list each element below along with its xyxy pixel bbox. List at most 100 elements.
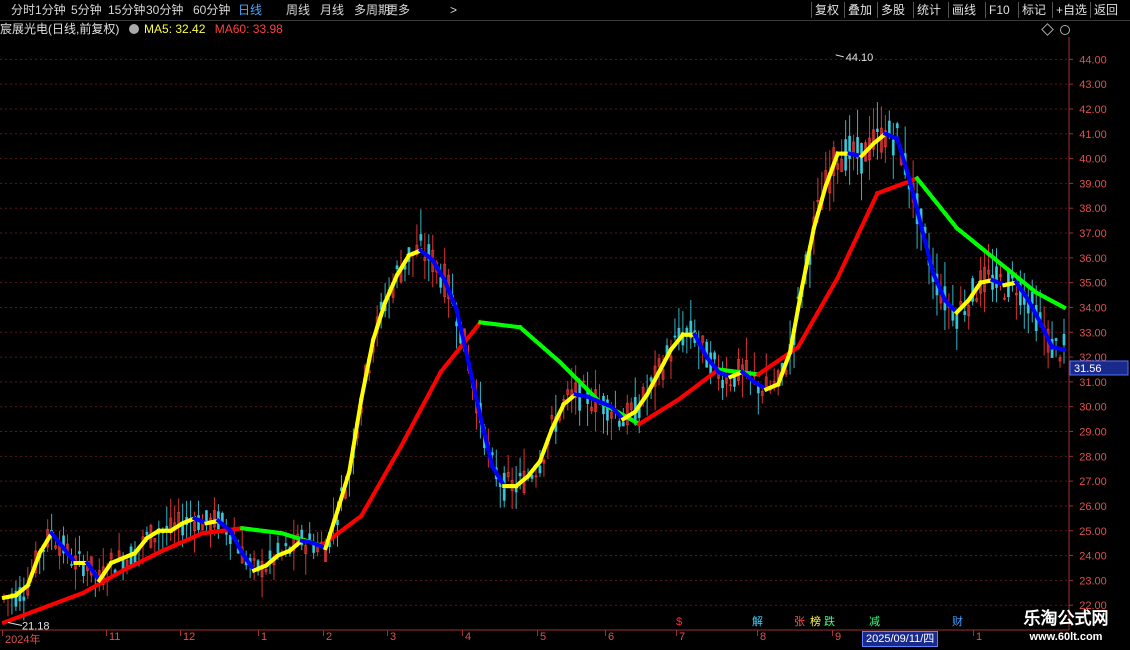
more-chevron-icon[interactable]: >	[450, 0, 457, 20]
candle-body	[228, 534, 232, 545]
candle-body	[876, 128, 879, 133]
watermark-title: 乐淘公式网	[1023, 609, 1109, 628]
candle-body	[1054, 338, 1058, 341]
high-price-label: 44.10	[846, 52, 874, 64]
toolbar-button-7[interactable]: +自选	[1056, 0, 1087, 20]
price-tick-label: 43.00	[1079, 79, 1107, 91]
dot-icon[interactable]	[1060, 25, 1070, 35]
toolbar-separator	[985, 2, 986, 18]
ma5-line-segment	[355, 396, 364, 426]
event-marker-0[interactable]: $	[676, 616, 682, 628]
price-axis: 44.00 43.00 42.00 41.00 40.00 39.00 38.00 37.00…	[0, 37, 1107, 631]
date-box: 2025/09/11/四	[862, 631, 939, 647]
ma5-label: MA5: 32.42	[144, 22, 206, 36]
month-tick	[832, 630, 833, 636]
period-tab-3[interactable]: 15分钟	[108, 0, 145, 20]
month-label: 6	[608, 631, 615, 643]
toolbar-button-8[interactable]: 返回	[1094, 0, 1118, 20]
toolbar-button-1[interactable]: 叠加	[848, 0, 872, 20]
ma5-line-segment	[807, 225, 817, 251]
ma-lines	[1, 130, 1067, 626]
candle-body	[891, 139, 895, 156]
toolbar-separator	[1052, 2, 1053, 18]
ma5-line-segment	[347, 444, 356, 474]
toolbar-separator	[1018, 2, 1019, 18]
toolbar-separator	[913, 2, 914, 18]
price-tick-label: 40.00	[1079, 154, 1107, 166]
toolbar-button-5[interactable]: F10	[989, 0, 1010, 20]
stock-name: 宸展光电	[0, 22, 49, 36]
event-marker-3[interactable]: 榜	[810, 616, 821, 628]
ma5-line-segment	[485, 447, 495, 469]
price-tick-label: 42.00	[1079, 104, 1107, 116]
ma60-line-segment	[1057, 302, 1067, 311]
ma5-line-segment	[799, 265, 809, 290]
toolbar-button-2[interactable]: 多股	[881, 0, 905, 20]
month-label: 9	[835, 631, 842, 643]
watermark-url: www.60lt.com	[1029, 631, 1103, 643]
price-tick-label: 26.00	[1079, 501, 1107, 513]
candle-body	[673, 335, 677, 338]
period-tab-0[interactable]: 分时	[11, 0, 35, 20]
indicator-settings-icon[interactable]	[128, 24, 139, 34]
candle-body	[268, 550, 272, 560]
toolbar-button-6[interactable]: 标记	[1022, 0, 1046, 20]
price-tick-label: 24.00	[1079, 551, 1107, 563]
period-tab-5[interactable]: 60分钟	[193, 0, 230, 20]
candle-body	[220, 512, 224, 523]
price-tick-label: 39.00	[1079, 178, 1107, 190]
ma5-line-segment	[466, 359, 475, 383]
current-price-label: 31.56	[1074, 363, 1102, 375]
ma5-line-segment	[795, 285, 805, 312]
toolbar-button-3[interactable]: 统计	[917, 0, 941, 20]
price-tick-label: 28.00	[1079, 451, 1107, 463]
ma5-line-segment	[338, 481, 348, 501]
candle-body	[22, 596, 26, 601]
candle-body	[649, 377, 653, 382]
event-marker-1[interactable]: 解	[752, 616, 763, 628]
price-tick-label: 38.00	[1079, 203, 1107, 215]
period-tab-10[interactable]: 更多	[386, 0, 410, 20]
ma5-line-segment	[819, 183, 829, 203]
period-tab-6[interactable]: 日线	[238, 0, 262, 20]
month-label: 4	[465, 631, 472, 643]
watermark: 乐淘公式网 www.60lt.com	[1002, 605, 1130, 650]
price-tick-label: 41.00	[1079, 129, 1107, 141]
ma5-line-segment	[362, 357, 372, 382]
event-marker-6[interactable]: 财	[952, 616, 963, 628]
candle-body	[455, 321, 458, 327]
month-label: 11	[109, 631, 121, 643]
event-marker-5[interactable]: 减	[869, 616, 880, 628]
price-tick-label: 34.00	[1079, 302, 1107, 314]
price-tick-label: 27.00	[1079, 476, 1107, 488]
price-tick-label: 29.00	[1079, 427, 1107, 439]
toolbar-button-4[interactable]: 画线	[952, 0, 976, 20]
event-marker-4[interactable]: 跌	[824, 616, 835, 628]
candle-body	[518, 472, 522, 477]
month-label: 1	[261, 631, 268, 643]
ma5-line-segment	[803, 245, 813, 271]
toolbar-separator	[1090, 2, 1091, 18]
period-tab-8[interactable]: 月线	[320, 0, 344, 20]
period-tab-1[interactable]: 1分钟	[35, 0, 66, 20]
candlesticks	[2, 102, 1066, 621]
period-tab-2[interactable]: 5分钟	[71, 0, 102, 20]
month-tick	[180, 630, 181, 636]
period-tab-7[interactable]: 周线	[286, 0, 310, 20]
diamond-icon[interactable]	[1041, 23, 1054, 36]
price-tick-label: 23.00	[1079, 575, 1107, 587]
high-pointer	[835, 54, 844, 58]
month-label: 2	[326, 631, 333, 643]
month-label: 12	[183, 631, 196, 643]
period-tab-9[interactable]: 多周期	[354, 0, 390, 20]
chart-mode: (日线,前复权)	[48, 22, 120, 36]
kline-chart[interactable]: 44.00 43.00 42.00 41.00 40.00 39.00 38.00 37.00…	[0, 37, 1130, 650]
ma5-line-segment	[894, 136, 904, 155]
candle-body	[395, 265, 399, 270]
ma5-line-segment	[811, 211, 821, 231]
candle-body	[439, 277, 443, 288]
event-marker-2[interactable]: 张	[794, 616, 805, 628]
toolbar-button-0[interactable]: 复权	[815, 0, 839, 20]
candle-body	[308, 533, 312, 540]
period-tab-4[interactable]: 30分钟	[146, 0, 183, 20]
